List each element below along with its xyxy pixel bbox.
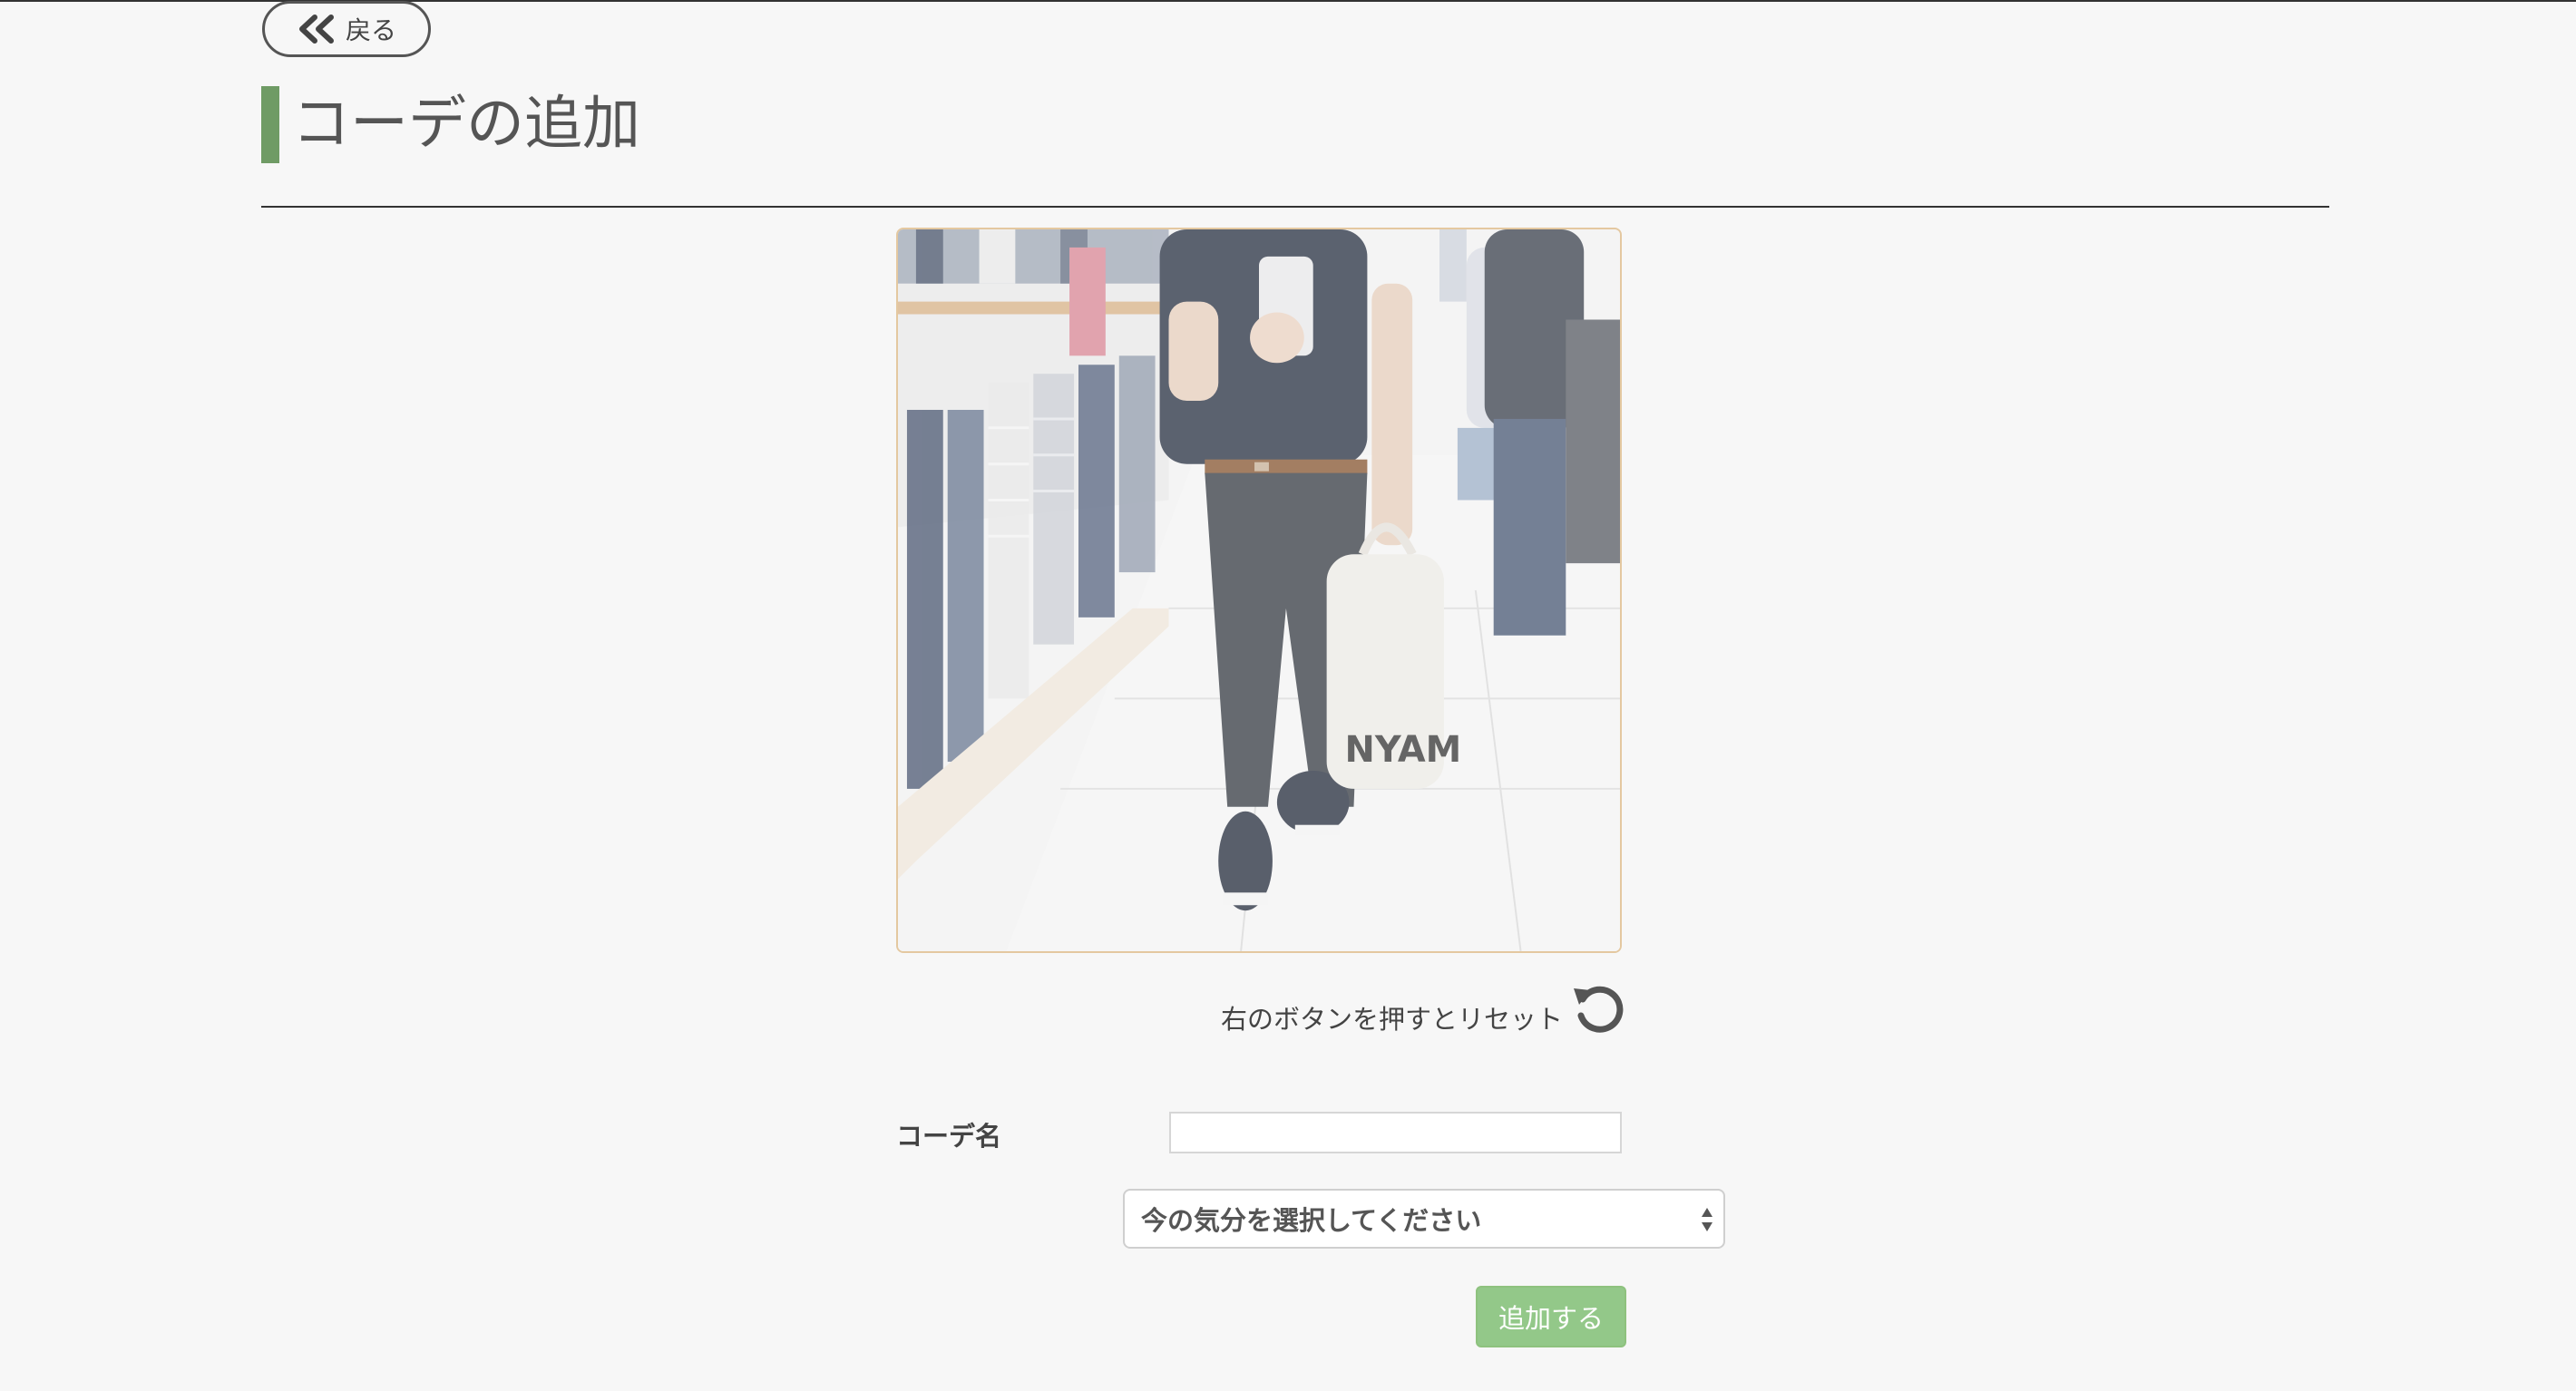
outfit-name-input[interactable] (1169, 1112, 1622, 1153)
mood-select[interactable]: 今の気分を選択してください (1123, 1189, 1725, 1249)
back-button[interactable]: 戻る (262, 1, 431, 57)
reset-hint: 右のボタンを押すとリセット (1221, 1004, 1564, 1035)
outfit-name-label: コーデ名 (896, 1121, 1002, 1152)
outfit-photo-image: NYAM (898, 229, 1620, 951)
double-chevron-left-icon (298, 15, 334, 44)
header-divider (261, 206, 2329, 208)
rotate-ccw-icon[interactable] (1570, 981, 1626, 1037)
reset-row: 右のボタンを押すとリセット (1221, 981, 1626, 1037)
outfit-photo: NYAM (896, 228, 1622, 953)
back-label: 戻る (345, 15, 396, 45)
title-accent-bar (261, 86, 279, 163)
mood-select-value: 今の気分を選択してください (1141, 1205, 1482, 1236)
up-down-arrows-icon (1702, 1208, 1712, 1231)
page-title: コーデの追加 (292, 91, 640, 158)
add-button[interactable]: 追加する (1476, 1286, 1626, 1347)
